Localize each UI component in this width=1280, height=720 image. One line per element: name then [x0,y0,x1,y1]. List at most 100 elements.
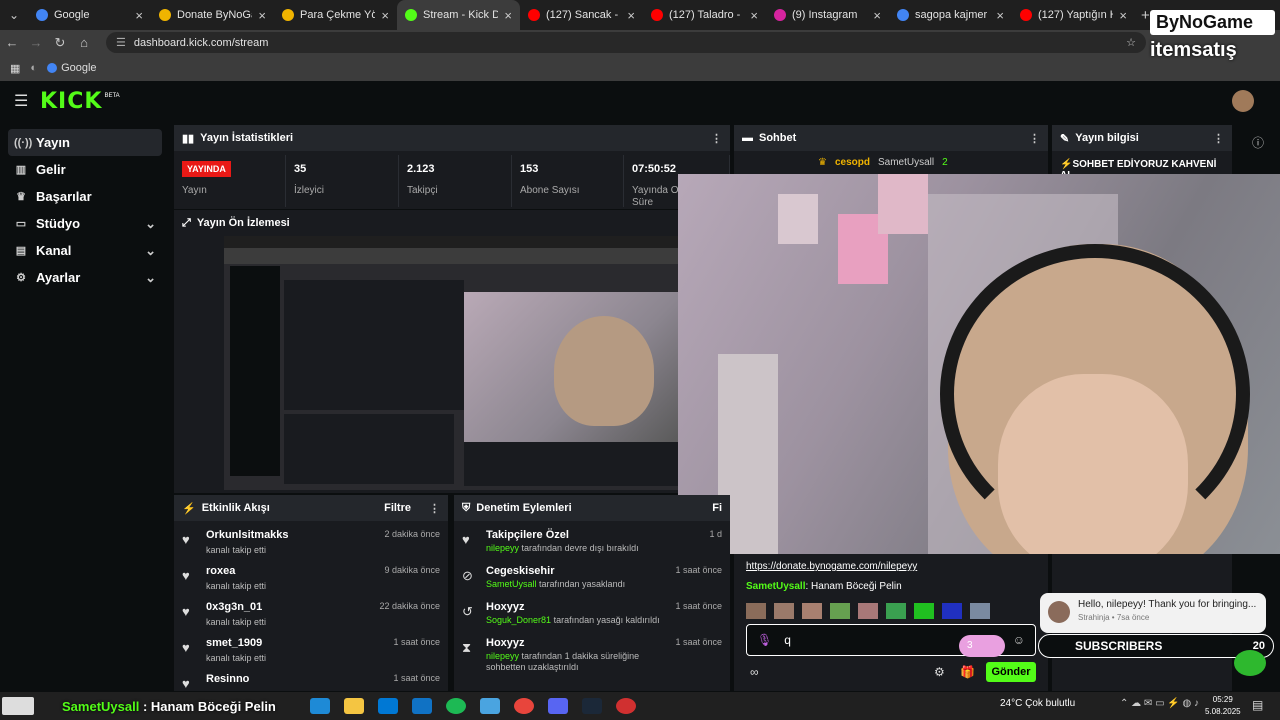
steam-icon[interactable] [582,698,602,714]
info-icon[interactable]: ⓘ [1252,134,1264,151]
chat-message-user[interactable]: SametUysall [746,581,805,592]
tab-close-icon[interactable]: × [1119,8,1127,23]
chevron-down-icon[interactable]: ⌄ [145,216,156,232]
send-button[interactable]: Gönder [986,662,1036,682]
event-user[interactable]: roxea [206,565,378,577]
chat-infinity-icon[interactable]: ∞ [750,665,759,679]
tab-close-icon[interactable]: × [627,8,635,23]
stream-info-more-icon[interactable]: ⋮ [1213,132,1224,145]
chrome-icon[interactable] [514,698,534,714]
bookmark-google[interactable]: Google [47,62,97,74]
system-tray-icons[interactable]: ⌃ ☁ ✉ ▭ ⚡ ◍ ♪ [1120,698,1199,709]
top-gifter-2-name[interactable]: SametUysall [878,157,934,168]
chat-more-icon[interactable]: ⋮ [1029,132,1040,145]
app-icon[interactable] [480,698,500,714]
emote-icon[interactable] [886,603,906,619]
chevron-down-icon[interactable]: ⌄ [145,243,156,259]
tab-close-icon[interactable]: × [258,8,266,23]
sidebar-item-kanal[interactable]: ▤ Kanal ⌄ [8,237,162,264]
sidebar-item-stüdyo[interactable]: ▭ Stüdyo ⌄ [8,210,162,237]
outlook-icon[interactable] [412,698,432,714]
top-gifter-name[interactable]: cesopd [835,157,870,168]
browser-tab[interactable]: (127) Yaptığın Hatala × [1012,0,1135,30]
emote-icon[interactable] [802,603,822,619]
event-user[interactable]: Resinno [206,673,387,685]
tab-close-icon[interactable]: × [504,8,512,23]
notification-popup[interactable]: Hello, nilepeyy! Thank you for bringing.… [1040,593,1266,633]
event-user[interactable]: Orkunlsitmakks [206,529,378,541]
forward-icon[interactable]: → [24,35,48,50]
tab-label: Donate ByNoGame - [177,9,252,21]
apps-icon[interactable]: ▦ [10,62,20,75]
mod-actor[interactable]: nilepeyy [486,543,519,553]
discord-icon[interactable] [548,698,568,714]
chat-message-link[interactable]: https://donate.bynogame.com/nilepeyy [746,561,917,572]
browser-tab[interactable]: (127) Sancak - Gözün × [520,0,643,30]
mod-target[interactable]: Hoxyyz [486,637,669,649]
mod-actor[interactable]: Soguk_Doner81 [486,615,551,625]
sidebar-item-ayarlar[interactable]: ⚙ Ayarlar ⌄ [8,264,162,291]
mod-target[interactable]: Cegeskisehir [486,565,669,577]
mod-target[interactable]: Hoxyyz [486,601,669,613]
mod-filter-button[interactable]: Fi [712,502,722,514]
tab-close-icon[interactable]: × [873,8,881,23]
avatar[interactable] [1232,90,1254,112]
reload-icon[interactable]: ↻ [48,35,72,51]
store-icon[interactable] [378,698,398,714]
event-user[interactable]: smet_1909 [206,637,387,649]
event-user[interactable]: 0x3g3n_01 [206,601,373,613]
events-filter-button[interactable]: Filtre [384,502,411,514]
notifications-icon[interactable]: ▤ [1252,698,1263,712]
url-field[interactable]: ☰ dashboard.kick.com/stream ☆ [106,32,1146,53]
stats-more-icon[interactable]: ⋮ [711,132,722,145]
back-icon[interactable]: ← [0,35,24,50]
mic-icon[interactable]: 🎙 [757,633,772,647]
mod-actor[interactable]: nilepeyy [486,651,519,661]
menu-icon[interactable]: ☰ [14,91,28,111]
spotify-icon[interactable] [446,698,466,714]
sidebar-item-başarılar[interactable]: ♛ Başarılar [8,183,162,210]
browser-tab[interactable]: Para Çekme Yöntemle × [274,0,397,30]
mod-target[interactable]: Takipçilere Özel [486,529,703,541]
emote-icon[interactable] [774,603,794,619]
tab-label: (127) Sancak - Gözün [546,9,621,21]
emote-icon[interactable] [858,603,878,619]
tab-search-icon[interactable]: ⌄ [0,8,28,22]
start-icon[interactable] [2,697,34,715]
sidebar-item-gelir[interactable]: ▥ Gelir [8,156,162,183]
explorer-icon[interactable] [344,698,364,714]
emote-icon[interactable] [942,603,962,619]
tab-close-icon[interactable]: × [750,8,758,23]
gift-icon[interactable]: 🎁 [960,665,975,679]
browser-tab[interactable]: (9) Instagram × [766,0,889,30]
emoji-icon[interactable]: ☺ [1013,633,1025,647]
weather-widget[interactable]: 24°C Çok bulutlu [1000,698,1075,709]
edge-icon[interactable] [310,698,330,714]
emote-icon[interactable] [970,603,990,619]
mod-actor[interactable]: SametUysall [486,579,537,589]
emote-icon[interactable] [914,603,934,619]
clock[interactable]: 05:29 5.08.2025 [1205,694,1241,718]
heart-icon: ♥ [182,568,190,583]
events-more-icon[interactable]: ⋮ [429,502,440,515]
browser-tab[interactable]: Google × [28,0,151,30]
tab-close-icon[interactable]: × [996,8,1004,23]
stream-preview-thumbnail[interactable] [224,236,678,490]
obs-icon[interactable] [616,698,636,714]
kick-logo[interactable]: KICK [40,89,102,114]
tab-close-icon[interactable]: × [381,8,389,23]
stats-title: Yayın İstatistikleri [200,132,294,144]
site-info-icon[interactable]: ☰ [116,36,126,49]
browser-tab[interactable]: (127) Taladro - Deniz × [643,0,766,30]
sidebar-item-yayın[interactable]: ((·)) Yayın [8,129,162,156]
emote-icon[interactable] [830,603,850,619]
chat-settings-icon[interactable]: ⚙ [934,665,945,679]
browser-tab[interactable]: Stream - Kick Dashbo × [397,0,520,30]
home-icon[interactable]: ⌂ [72,35,96,50]
chevron-down-icon[interactable]: ⌄ [145,270,156,286]
tab-close-icon[interactable]: × [135,8,143,23]
emote-icon[interactable] [746,603,766,619]
browser-tab[interactable]: Donate ByNoGame - × [151,0,274,30]
browser-tab[interactable]: sagopa kajmer yaptığ × [889,0,1012,30]
bookmark-star-icon[interactable]: ☆ [1126,36,1136,49]
